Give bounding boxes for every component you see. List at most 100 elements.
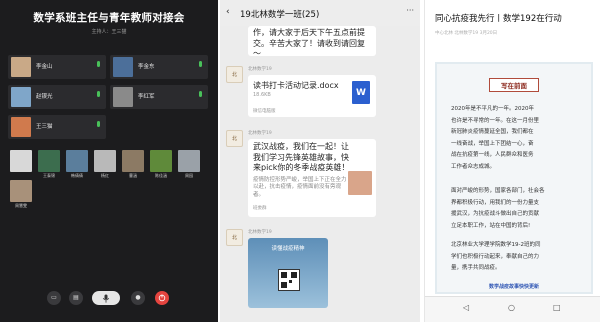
sender-name: 北林数学19 bbox=[248, 67, 272, 72]
meeting-title: 数学系班主任与青年教师对接会 bbox=[33, 12, 185, 24]
back-arrow-icon[interactable]: ‹ bbox=[226, 7, 230, 17]
article-panel: 同心抗疫我先行丨数学192在行动 中心北林 北林数学19 3月20日 写在前面 … bbox=[424, 0, 600, 322]
article-paragraph: 面对严峻的形势，国家各部门，社会各 界都积极行动，用我们的一份力量支 援武汉，为… bbox=[451, 186, 579, 232]
link-card[interactable]: 武汉战疫，我们在一起！让我们学习先锋英雄故事，快来pick你的冬季战疫英雄！ 疫… bbox=[248, 139, 376, 217]
article-meta: 中心北林 北林数学19 3月20日 bbox=[435, 31, 498, 36]
link-card-source: 班委群 bbox=[253, 206, 267, 211]
chat-title: 19北林数学一班(25) bbox=[240, 10, 320, 20]
paragraph-line: 新冠肺炎疫情蔓延全国，我们都在 bbox=[451, 129, 534, 135]
more-icon[interactable]: ··· bbox=[406, 6, 414, 15]
file-message[interactable]: 读书打卡活动记录.docx 18.6KB W 微信电脑版 bbox=[248, 75, 376, 117]
paragraph-line: 工作者众志成城。 bbox=[451, 163, 496, 170]
screen-icon: ▭ bbox=[51, 294, 57, 301]
paragraph-line: 量，携手共同战疫。 bbox=[451, 265, 501, 271]
mic-icon bbox=[102, 294, 110, 303]
link-card-thumbnail bbox=[348, 171, 372, 195]
file-name: 读书打卡活动记录.docx bbox=[253, 81, 339, 90]
avatar[interactable]: 北 bbox=[226, 66, 243, 83]
thumbnail-tile[interactable]: 韩倩倩 bbox=[66, 150, 88, 180]
section-badge: 写在前面 bbox=[489, 78, 539, 92]
nav-home-icon[interactable]: ○ bbox=[508, 303, 515, 312]
thumbnail-image bbox=[38, 150, 60, 172]
article-paragraph: 2020年是不平凡的一年。2020年 也许是不寻常的一年。在这一月份里 新冠肺炎… bbox=[451, 104, 579, 173]
nav-back-icon[interactable]: ◁ bbox=[463, 303, 469, 312]
thumbnail-tile[interactable]: 王泰锦 bbox=[38, 150, 60, 180]
thumbnail-label: 周慧雯 bbox=[15, 203, 27, 208]
thumbnail-tile[interactable]: 陈佳涵 bbox=[150, 150, 172, 180]
file-source: 微信电脑版 bbox=[253, 109, 276, 114]
file-size: 18.6KB bbox=[253, 92, 271, 98]
avatar[interactable]: 北 bbox=[226, 130, 243, 147]
android-nav-bar: ◁ ○ □ bbox=[425, 296, 600, 322]
image-message[interactable]: 读懂战疫精神 bbox=[248, 238, 328, 308]
word-icon: W bbox=[352, 81, 370, 104]
avatar bbox=[11, 87, 31, 107]
mic-active-icon bbox=[199, 91, 202, 97]
thumbnail-label: 王泰锦 bbox=[43, 173, 55, 178]
thumbnail-tile[interactable]: 曹涵 bbox=[122, 150, 144, 180]
participant-name: 赵锲光 bbox=[36, 94, 53, 100]
thumbnail-label: 周园 bbox=[185, 173, 193, 178]
participant-tile[interactable]: 赵锲光 bbox=[8, 85, 106, 109]
avatar bbox=[113, 57, 133, 77]
hangup-button[interactable] bbox=[155, 291, 169, 305]
meeting-host: 主持人：王三猫 bbox=[91, 29, 127, 35]
thumbnail-image bbox=[10, 180, 32, 202]
thumbnail-label: 陈佳涵 bbox=[155, 173, 167, 178]
paragraph-line: 学们也积极行动起来，奉献自己的力 bbox=[451, 253, 540, 260]
qr-code bbox=[278, 269, 300, 291]
meeting-panel: 数学系班主任与青年教师对接会 主持人：王三猫 李金山 李金东 赵锲光 李红军 王… bbox=[0, 0, 218, 322]
chat-header: ‹ 19北林数学一班(25) ··· bbox=[220, 0, 420, 26]
thumbnail-image bbox=[66, 150, 88, 172]
avatar bbox=[11, 117, 31, 137]
thumbnail-label: 韩倩倩 bbox=[71, 173, 83, 178]
message-bubble[interactable]: 作，请大家于后天下午五点前提交。辛苦大家了！请收到请回复～ bbox=[248, 26, 376, 58]
participant-name: 李红军 bbox=[138, 94, 155, 100]
article-link[interactable]: 数学战疫故事快快更新 bbox=[489, 283, 539, 290]
article-card: 写在前面 2020年是不平凡的一年。2020年 也许是不寻常的一年。在这一月份里… bbox=[435, 62, 593, 294]
thumbnail-label: 杨红 bbox=[101, 173, 109, 178]
thumbnail-tile[interactable]: 周慧雯 bbox=[10, 180, 32, 210]
hangup-icon bbox=[158, 294, 166, 302]
nav-recents-icon[interactable]: □ bbox=[553, 303, 561, 312]
participant-tile[interactable]: 李红军 bbox=[110, 85, 208, 109]
chat-button[interactable]: ▤ bbox=[69, 291, 83, 305]
thumbnail-tile[interactable]: 周园 bbox=[178, 150, 200, 180]
avatar bbox=[113, 87, 133, 107]
sender-name: 北林数学19 bbox=[248, 230, 272, 235]
thumbnail-image bbox=[178, 150, 200, 172]
participant-tile[interactable]: 王三猫 bbox=[8, 115, 106, 139]
avatar[interactable]: 北 bbox=[226, 229, 243, 246]
participant-tile[interactable]: 李金山 bbox=[8, 55, 106, 79]
thumbnail-tile[interactable] bbox=[10, 150, 32, 180]
participant-name: 李金山 bbox=[36, 64, 53, 70]
avatar bbox=[11, 57, 31, 77]
article-title: 同心抗疫我先行丨数学192在行动 bbox=[435, 14, 562, 24]
mic-active-icon bbox=[97, 121, 100, 127]
sender-name: 北林数学19 bbox=[248, 131, 272, 136]
thumbnail-tile[interactable]: 杨红 bbox=[94, 150, 116, 180]
paragraph-line: 北京林业大学理学院数学19-2班的同 bbox=[451, 242, 541, 248]
image-caption: 读懂战疫精神 bbox=[271, 246, 305, 252]
share-screen-button[interactable]: ▭ bbox=[47, 291, 61, 305]
mic-toggle-button[interactable] bbox=[92, 291, 120, 305]
mic-active-icon bbox=[199, 61, 202, 67]
participant-name: 王三猫 bbox=[36, 124, 53, 130]
paragraph-line: 援武汉，为抗疫战斗做出自己的贡献 bbox=[451, 211, 540, 217]
paragraph-line: 立足本职工作，站在中国的背后! bbox=[451, 222, 531, 229]
participant-name: 李金东 bbox=[138, 64, 155, 70]
thumbnail-label: 曹涵 bbox=[129, 173, 137, 178]
message-text: 作，请大家于后天下午五点前提交。辛苦大家了！请收到请回复～ bbox=[253, 28, 365, 58]
thumbnail-image bbox=[122, 150, 144, 172]
mic-active-icon bbox=[97, 61, 100, 67]
paragraph-line: 2020年是不平凡的一年。2020年 bbox=[451, 106, 534, 112]
paragraph-line: 战在抗疫第一线，人民群众和医务 bbox=[451, 152, 534, 158]
participants-button[interactable]: ● bbox=[131, 291, 145, 305]
people-icon: ● bbox=[135, 294, 141, 301]
chat-icon: ▤ bbox=[73, 294, 79, 301]
thumbnail-image bbox=[94, 150, 116, 172]
thumbnail-image bbox=[150, 150, 172, 172]
paragraph-line: 也许是不寻常的一年。在这一月份里 bbox=[451, 117, 540, 124]
participant-tile[interactable]: 李金东 bbox=[110, 55, 208, 79]
mic-active-icon bbox=[97, 91, 100, 97]
